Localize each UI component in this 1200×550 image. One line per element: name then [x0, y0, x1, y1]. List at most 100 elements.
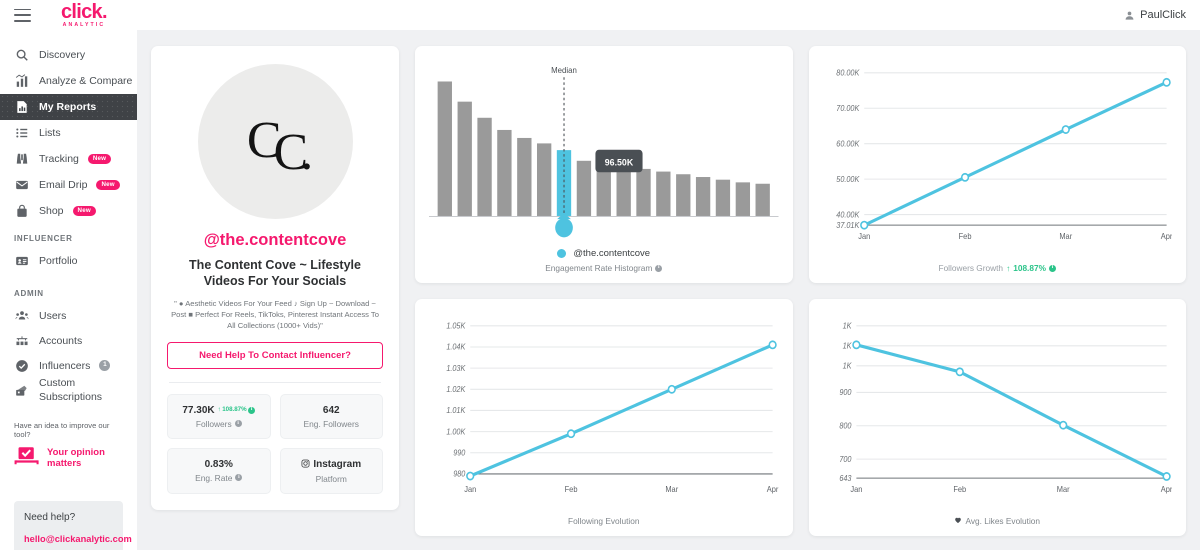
histogram-bar: [536, 143, 552, 216]
opinion-cta-label: Your opinion matters: [47, 446, 105, 469]
y-tick-label: 800: [839, 421, 852, 430]
avatar-dot: .: [300, 124, 313, 182]
profile-handle[interactable]: @the.contentcove: [167, 231, 383, 250]
info-icon[interactable]: i: [248, 406, 256, 414]
stat-label: Eng. Followers: [303, 418, 359, 429]
opinion-cta[interactable]: Your opinion matters: [14, 446, 125, 471]
contact-influencer-button[interactable]: Need Help To Contact Influencer?: [167, 341, 383, 369]
main-content: CC. @the.contentcove The Content Cove ~ …: [137, 30, 1200, 550]
badge-new: New: [96, 179, 120, 191]
y-axis-ticks: 1K 1K 1K 900 800 700 643: [839, 321, 852, 483]
y-tick-label: 643: [839, 474, 852, 483]
y-tick-label: 60.00K: [836, 139, 860, 148]
info-icon[interactable]: i: [235, 474, 243, 481]
histogram-bar: [656, 171, 671, 216]
followers-growth-caption: Followers Growth ↑ 108.87% i: [823, 263, 1173, 273]
profile-column: CC. @the.contentcove The Content Cove ~ …: [151, 46, 399, 550]
help-email-link[interactable]: hello@clickanalytic.com: [24, 534, 132, 544]
sidebar-item-lists[interactable]: Lists: [0, 120, 137, 146]
x-tick-label: Apr: [767, 485, 779, 494]
stat-value-row: Instagram: [285, 459, 379, 471]
followers-growth-plot-area: 80.00K 70.00K 60.00K 50.00K 40.00K 37.01K Jan…: [823, 58, 1172, 259]
avg-likes-caption: Avg. Likes Evolution: [823, 516, 1173, 526]
y-tick-label: 1K: [842, 341, 852, 350]
legend-label: @the.contentcove: [573, 248, 651, 259]
sidebar-item-portfolio[interactable]: Portfolio: [0, 248, 137, 273]
x-tick-label: Mar: [1059, 232, 1072, 241]
info-icon[interactable]: i: [234, 420, 242, 427]
x-tick-label: Apr: [1160, 232, 1172, 241]
charts-row-2: 1.05K 1.04K 1.03K 1.02K 1.01K 1.00K 990 980 Jan…: [415, 299, 1186, 536]
sidebar-item-email-drip[interactable]: Email Drip New: [0, 172, 137, 198]
y-axis-ticks: 1.05K 1.04K 1.03K 1.02K 1.01K 1.00K 990 980: [446, 321, 466, 478]
sidebar-item-users[interactable]: Users: [0, 303, 137, 328]
sidebar: Discovery Analyze & Compare My Reports L…: [0, 30, 137, 550]
histogram-bar: [437, 81, 452, 216]
histogram-bar: [457, 101, 472, 216]
brand-tagline: ANALYTIC: [62, 21, 106, 28]
followers-growth-card: 80.00K 70.00K 60.00K 50.00K 40.00K 37.01K Jan…: [808, 46, 1186, 283]
sidebar-item-accounts[interactable]: Accounts: [0, 328, 137, 353]
sidebar-nav: Discovery Analyze & Compare My Reports L…: [0, 30, 137, 224]
y-tick-label: 1.02K: [446, 385, 466, 394]
sidebar-item-analyze-compare[interactable]: Analyze & Compare: [0, 68, 137, 94]
histogram-bars: [429, 81, 779, 218]
y-tick-label: 1.00K: [446, 427, 466, 436]
x-tick-label: Mar: [665, 485, 678, 494]
data-point: [1061, 125, 1070, 134]
caption-text: Avg. Likes Evolution: [965, 516, 1041, 526]
sidebar-item-shop[interactable]: Shop New: [0, 198, 137, 224]
histogram-bar: [517, 137, 532, 216]
sidebar-label: Influencers: [39, 359, 91, 372]
stat-growth: ↑ 108.87% i: [218, 406, 256, 414]
sidebar-label: My Reports: [39, 101, 97, 113]
help-box: Need help? hello@clickanalytic.com: [14, 501, 132, 550]
histogram-bar: [576, 160, 592, 216]
accounts-icon: [14, 334, 30, 348]
stat-eng-followers: 642 Eng. Followers: [279, 393, 383, 439]
sidebar-item-tracking[interactable]: Tracking New: [0, 146, 137, 172]
y-tick-label: 1.04K: [446, 342, 466, 351]
data-point: [667, 384, 676, 394]
envelope-icon: [14, 178, 30, 192]
histogram-bar: [715, 179, 731, 216]
heart-icon: [954, 516, 962, 526]
sidebar-label: Accounts: [39, 334, 83, 347]
histogram-bar: [477, 117, 492, 216]
stat-label-row: Platform: [285, 474, 379, 484]
data-point: [851, 340, 861, 350]
sidebar-label: Portfolio: [39, 254, 78, 267]
sidebar-item-custom-subscriptions[interactable]: Custom Subscriptions: [0, 377, 137, 403]
avatar: CC.: [197, 64, 353, 219]
sidebar-label: Lists: [39, 127, 61, 139]
help-title: Need help?: [24, 512, 76, 523]
sidebar-label: Users: [39, 309, 67, 322]
histogram-plot-area: Median 96.50K: [429, 58, 779, 248]
section-label-influencer: INFLUENCER: [14, 234, 73, 243]
y-tick-label: 900: [839, 388, 852, 397]
histogram-bar: [636, 168, 651, 216]
info-icon[interactable]: i: [655, 264, 663, 272]
hamburger-icon[interactable]: [14, 8, 31, 22]
data-point: [1161, 77, 1171, 87]
x-tick-label: Feb: [565, 485, 578, 494]
user-menu[interactable]: PaulClick: [1124, 9, 1186, 21]
histogram-bar: [755, 183, 770, 216]
sidebar-item-discovery[interactable]: Discovery: [0, 42, 137, 68]
brand-logo[interactable]: click. ANALYTIC: [61, 2, 108, 28]
histogram-bar: [735, 182, 751, 216]
following-evolution-caption: Following Evolution: [429, 516, 779, 526]
y-tick-label: 80.00K: [836, 68, 860, 77]
sidebar-item-influencers[interactable]: Influencers 1: [0, 353, 137, 378]
x-tick-label: Apr: [1160, 485, 1172, 494]
bar-chart-icon: [14, 74, 30, 88]
stat-value-row: 642: [285, 405, 379, 416]
x-tick-label: Feb: [953, 485, 966, 494]
x-tick-label: Mar: [1056, 485, 1069, 494]
info-icon[interactable]: i: [1048, 264, 1056, 272]
stat-label: Eng. Rate: [195, 472, 233, 483]
sidebar-item-my-reports[interactable]: My Reports: [0, 94, 137, 120]
data-point: [859, 220, 868, 230]
avatar-monogram: CC.: [247, 115, 313, 179]
histogram-tooltip: 96.50K: [595, 149, 643, 173]
